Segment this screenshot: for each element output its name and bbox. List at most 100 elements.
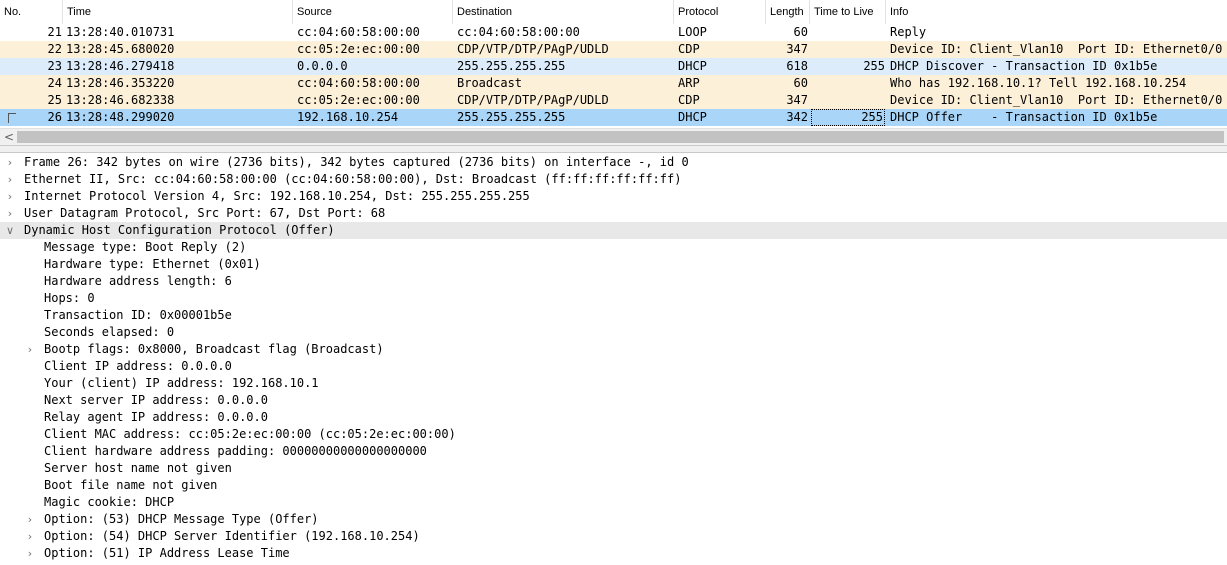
conversation-bracket-icon	[8, 113, 16, 123]
cell-info: Who has 192.168.10.1? Tell 192.168.10.25…	[890, 76, 1187, 90]
tree-item-field[interactable]: Client MAC address: cc:05:2e:ec:00:00 (c…	[0, 426, 1227, 443]
tree-item-field[interactable]: Client IP address: 0.0.0.0	[0, 358, 1227, 375]
column-header-ttl[interactable]: Time to Live	[810, 0, 886, 24]
column-header-length[interactable]: Length	[766, 0, 810, 24]
cell-length: 342	[786, 110, 808, 124]
cell-length: 60	[793, 76, 808, 90]
tree-item-field[interactable]: Message type: Boot Reply (2)	[0, 239, 1227, 256]
cell-no: 24	[47, 76, 62, 90]
tree-item-field[interactable]: Hardware type: Ethernet (0x01)	[0, 256, 1227, 273]
cell-time: 13:28:45.680020	[66, 42, 175, 56]
chevron-right-icon[interactable]: ›	[4, 188, 16, 205]
tree-item-field[interactable]: Transaction ID: 0x00001b5e	[0, 307, 1227, 324]
tree-item-protocol[interactable]: › Internet Protocol Version 4, Src: 192.1…	[0, 188, 1227, 205]
chevron-right-icon[interactable]: ›	[24, 528, 36, 545]
tree-item-field[interactable]: Hardware address length: 6	[0, 273, 1227, 290]
tree-item-field[interactable]: Boot file name not given	[0, 477, 1227, 494]
chevron-right-icon[interactable]: ›	[24, 545, 36, 562]
tree-item-label: Next server IP address: 0.0.0.0	[44, 393, 268, 407]
tree-item-protocol[interactable]: ∨ Dynamic Host Configuration Protocol (Of…	[0, 222, 1227, 239]
tree-item-label: Dynamic Host Configuration Protocol (Off…	[24, 223, 335, 237]
tree-item-label: Transaction ID: 0x00001b5e	[44, 308, 232, 322]
cell-protocol: DHCP	[678, 110, 707, 124]
packet-row[interactable]: 22 13:28:45.680020 cc:05:2e:ec:00:00 CDP/VT…	[0, 41, 1227, 58]
chevron-right-icon[interactable]: ›	[24, 341, 36, 358]
tree-item-field[interactable]: Seconds elapsed: 0	[0, 324, 1227, 341]
tree-item-field[interactable]: › Option: (51) IP Address Lease Time	[0, 545, 1227, 562]
cell-time: 13:28:40.010731	[66, 25, 175, 39]
column-header-time[interactable]: Time	[63, 0, 293, 24]
tree-item-label: Frame 26: 342 bytes on wire (2736 bits),…	[24, 155, 689, 169]
tree-item-field[interactable]: › Bootp flags: 0x8000, Broadcast flag (Br…	[0, 341, 1227, 358]
cell-ttl	[811, 75, 885, 92]
cell-source: 192.168.10.254	[297, 110, 399, 124]
column-header-no[interactable]: No.	[0, 0, 63, 24]
cell-protocol: DHCP	[678, 59, 707, 73]
pane-splitter[interactable]	[0, 145, 1227, 153]
tree-item-label: Client MAC address: cc:05:2e:ec:00:00 (c…	[44, 427, 456, 441]
cell-source: cc:04:60:58:00:00	[297, 76, 420, 90]
cell-source: cc:04:60:58:00:00	[297, 25, 420, 39]
chevron-right-icon[interactable]: ›	[4, 154, 16, 171]
arrow-left-icon[interactable]: <	[2, 129, 16, 146]
cell-protocol: CDP	[678, 93, 700, 107]
cell-source: cc:05:2e:ec:00:00	[297, 93, 420, 107]
chevron-right-icon[interactable]: ›	[24, 511, 36, 528]
packet-row[interactable]: 24 13:28:46.353220 cc:04:60:58:00:00 Broadc…	[0, 75, 1227, 92]
column-header-destination[interactable]: Destination	[453, 0, 674, 24]
chevron-down-icon[interactable]: ∨	[4, 222, 16, 239]
tree-item-label: Option: (54) DHCP Server Identifier (192…	[44, 529, 420, 543]
column-header-protocol[interactable]: Protocol	[674, 0, 766, 24]
cell-time: 13:28:46.682338	[66, 93, 175, 107]
tree-item-field[interactable]: Your (client) IP address: 192.168.10.1	[0, 375, 1227, 392]
cell-info: Device ID: Client_Vlan10 Port ID: Ethern…	[890, 93, 1223, 107]
cell-destination: CDP/VTP/DTP/PAgP/UDLD	[457, 42, 609, 56]
column-header-info[interactable]: Info	[886, 0, 1227, 24]
tree-item-field[interactable]: Magic cookie: DHCP	[0, 494, 1227, 511]
tree-item-label: Seconds elapsed: 0	[44, 325, 175, 339]
packet-list-header: No. Time Source Destination Protocol Len…	[0, 0, 1227, 25]
cell-ttl	[811, 41, 885, 58]
cell-no: 22	[47, 42, 62, 56]
packet-row[interactable]: 23 13:28:46.279418 0.0.0.0 255.255.255.255 D…	[0, 58, 1227, 75]
tree-item-field[interactable]: › Option: (53) DHCP Message Type (Offer)	[0, 511, 1227, 528]
packet-row[interactable]: 25 13:28:46.682338 cc:05:2e:ec:00:00 CDP/VT…	[0, 92, 1227, 109]
column-header-source[interactable]: Source	[293, 0, 453, 24]
cell-info: Reply	[890, 25, 927, 39]
tree-item-field[interactable]: Server host name not given	[0, 460, 1227, 477]
tree-item-label: Client IP address: 0.0.0.0	[44, 359, 232, 373]
tree-item-field[interactable]: Next server IP address: 0.0.0.0	[0, 392, 1227, 409]
tree-item-protocol[interactable]: › User Datagram Protocol, Src Port: 67, D…	[0, 205, 1227, 222]
tree-item-label: Hardware type: Ethernet (0x01)	[44, 257, 261, 271]
cell-time: 13:28:46.279418	[66, 59, 175, 73]
tree-item-field[interactable]: › Option: (54) DHCP Server Identifier (19…	[0, 528, 1227, 545]
tree-item-field[interactable]: Relay agent IP address: 0.0.0.0	[0, 409, 1227, 426]
tree-item-label: Internet Protocol Version 4, Src: 192.16…	[24, 189, 530, 203]
tree-item-protocol[interactable]: › Frame 26: 342 bytes on wire (2736 bits)…	[0, 154, 1227, 171]
packet-details-pane[interactable]: › Frame 26: 342 bytes on wire (2736 bits)…	[0, 153, 1227, 565]
tree-item-label: Client hardware address padding: 0000000…	[44, 444, 427, 458]
tree-item-label: Relay agent IP address: 0.0.0.0	[44, 410, 268, 424]
cell-ttl: 255	[863, 59, 885, 73]
scrollbar-thumb[interactable]	[17, 131, 1224, 143]
cell-time: 13:28:48.299020	[66, 110, 175, 124]
cell-ttl	[811, 24, 885, 41]
cell-time: 13:28:46.353220	[66, 76, 175, 90]
tree-item-protocol[interactable]: › Ethernet II, Src: cc:04:60:58:00:00 (cc…	[0, 171, 1227, 188]
cell-info: DHCP Discover - Transaction ID 0x1b5e	[890, 59, 1158, 73]
packet-row[interactable]: 21 13:28:40.010731 cc:04:60:58:00:00 cc:04:…	[0, 24, 1227, 41]
cell-length: 347	[786, 42, 808, 56]
tree-item-label: Hops: 0	[44, 291, 95, 305]
packet-list-pane[interactable]: No. Time Source Destination Protocol Len…	[0, 0, 1227, 146]
tree-item-label: Option: (53) DHCP Message Type (Offer)	[44, 512, 319, 526]
cell-destination: cc:04:60:58:00:00	[457, 25, 580, 39]
chevron-right-icon[interactable]: ›	[4, 205, 16, 222]
tree-item-field[interactable]: Hops: 0	[0, 290, 1227, 307]
chevron-right-icon[interactable]: ›	[4, 171, 16, 188]
tree-item-field[interactable]: Client hardware address padding: 0000000…	[0, 443, 1227, 460]
cell-protocol: CDP	[678, 42, 700, 56]
cell-destination: 255.255.255.255	[457, 110, 566, 124]
packet-row-selected[interactable]: 26 13:28:48.299020 192.168.10.254 255.255.2…	[0, 109, 1227, 126]
horizontal-scrollbar[interactable]: <	[0, 128, 1227, 146]
tree-item-label: Bootp flags: 0x8000, Broadcast flag (Bro…	[44, 342, 384, 356]
